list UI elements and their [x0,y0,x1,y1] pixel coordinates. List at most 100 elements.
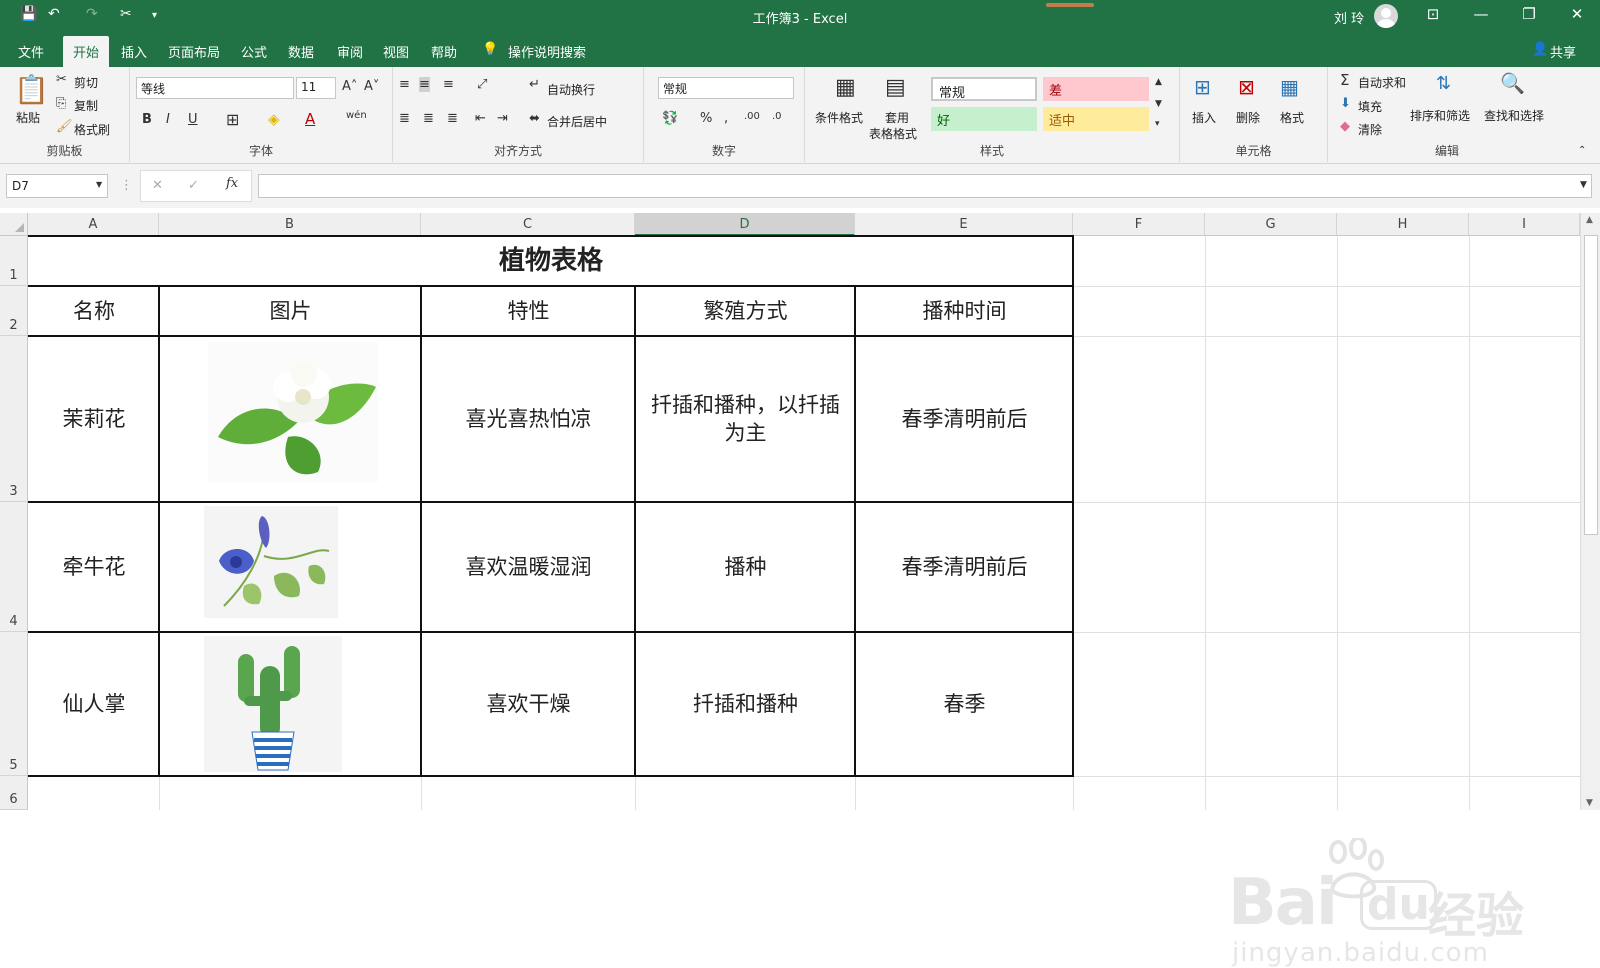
column-header-g[interactable]: G [1205,213,1337,236]
column-header-b[interactable]: B [159,213,421,236]
style-good[interactable]: 好 [931,107,1037,131]
cell-trait[interactable]: 喜欢干燥 [422,633,635,776]
column-header-c[interactable]: C [421,213,635,236]
align-bottom-icon[interactable]: ≡ [443,77,454,92]
tab-help[interactable]: 帮助 [431,42,457,61]
bold-icon[interactable]: B [142,112,152,127]
header-picture[interactable]: 图片 [160,287,421,336]
enter-icon[interactable]: ✓ [188,178,199,193]
row-header-4[interactable]: 4 [0,502,28,632]
increase-indent-icon[interactable]: ⇥ [497,111,508,126]
tab-home[interactable]: 开始 [63,36,110,67]
format-painter-button[interactable]: 格式刷 [74,121,110,138]
name-box[interactable]: D7 [6,174,108,198]
comma-icon[interactable]: , [724,111,728,126]
tab-view[interactable]: 视图 [383,42,409,61]
insert-cells-button[interactable]: 插入 [1192,109,1216,126]
format-cells-button[interactable]: 格式 [1280,109,1304,126]
name-box-dropdown-icon[interactable]: ▼ [96,180,102,189]
font-color-icon[interactable]: A [305,110,315,128]
collapse-ribbon-icon[interactable]: ⌃ [1578,145,1586,156]
styles-scroll-up-icon[interactable]: ▲ [1155,77,1162,87]
accounting-format-icon[interactable]: 💱 [662,111,678,126]
style-normal[interactable]: 常规 [931,77,1037,101]
tab-review[interactable]: 审阅 [337,42,363,61]
underline-icon[interactable]: U [188,112,198,127]
decrease-indent-icon[interactable]: ⇤ [475,111,486,126]
cell-propagation[interactable]: 扦插和播种，以扦插为主 [636,337,855,502]
cell-propagation[interactable]: 扦插和播种 [636,633,855,776]
merge-center-button[interactable]: 合并后居中 [547,113,607,130]
avatar[interactable] [1374,4,1398,28]
style-bad[interactable]: 差 [1043,77,1149,101]
number-format-select[interactable]: 常规 [658,77,794,99]
scrollbar-thumb[interactable] [1584,235,1598,535]
column-header-e[interactable]: E [855,213,1073,236]
row-header-1[interactable]: 1 [0,236,28,286]
cell-trait[interactable]: 喜光喜热怕凉 [422,337,635,502]
tell-me-search[interactable]: 操作说明搜索 [508,42,586,61]
align-right-icon[interactable]: ≣ [447,111,458,126]
increase-decimal-icon[interactable]: .00 [744,111,760,122]
cell-sowing[interactable]: 春季清明前后 [856,337,1073,502]
column-header-f[interactable]: F [1073,213,1205,236]
user-name[interactable]: 刘 玲 [1334,8,1364,27]
header-propagation[interactable]: 繁殖方式 [636,287,855,336]
expand-formula-icon[interactable]: ▼ [1580,180,1587,190]
morning-glory-image[interactable] [204,506,338,618]
paste-icon[interactable]: 📋 [14,73,49,106]
header-sowing[interactable]: 播种时间 [856,287,1073,336]
restore-icon[interactable]: ❐ [1514,5,1544,23]
styles-more-icon[interactable]: ▾ [1155,119,1160,129]
minimize-icon[interactable]: — [1466,5,1496,23]
cell-name[interactable]: 茉莉花 [29,337,159,502]
column-header-a[interactable]: A [28,213,159,236]
border-icon[interactable]: ⊞ [226,110,239,129]
cell-sowing[interactable]: 春季清明前后 [856,503,1073,632]
font-size-select[interactable]: 11 [296,77,336,99]
table-format-line1[interactable]: 套用 [885,109,909,126]
column-header-d[interactable]: D [635,213,855,236]
cell-trait[interactable]: 喜欢温暖湿润 [422,503,635,632]
cell-sowing[interactable]: 春季 [856,633,1073,776]
italic-icon[interactable]: I [166,112,170,127]
tab-formulas[interactable]: 公式 [241,42,267,61]
cell-name[interactable]: 仙人掌 [29,633,159,776]
scroll-down-icon[interactable]: ▼ [1586,798,1593,808]
tab-insert[interactable]: 插入 [121,42,147,61]
cactus-image[interactable] [204,636,342,772]
tab-page-layout[interactable]: 页面布局 [168,42,220,61]
fill-button[interactable]: 填充 [1358,98,1382,115]
orientation-icon[interactable]: ⤢ [477,77,487,92]
copy-button[interactable]: 复制 [74,97,98,114]
share-button[interactable]: 共享 [1550,42,1576,61]
column-header-i[interactable]: I [1469,213,1580,236]
font-name-select[interactable]: 等线 [136,77,294,99]
style-neutral[interactable]: 适中 [1043,107,1149,131]
scroll-up-icon[interactable]: ▲ [1586,215,1593,225]
close-icon[interactable]: ✕ [1562,5,1592,23]
row-header-5[interactable]: 5 [0,632,28,776]
cell-name[interactable]: 牵牛花 [29,503,159,632]
phonetic-icon[interactable]: wén [346,110,367,121]
increase-font-icon[interactable]: A˄ [342,79,357,94]
formula-input[interactable] [258,174,1592,198]
find-select-button[interactable]: 查找和选择 [1484,107,1544,124]
delete-cells-button[interactable]: 删除 [1236,109,1260,126]
cancel-icon[interactable]: ✕ [152,178,163,193]
insert-function-icon[interactable]: fx [226,176,238,191]
percent-icon[interactable]: % [700,111,712,126]
decrease-decimal-icon[interactable]: .0 [772,111,782,122]
row-header-6[interactable]: 6 [0,776,28,810]
align-left-icon[interactable]: ≣ [399,111,410,126]
align-middle-icon[interactable]: ≡ [419,77,430,92]
fill-color-icon[interactable]: ◈ [268,110,280,128]
tab-data[interactable]: 数据 [288,42,314,61]
paste-button[interactable]: 粘贴 [16,109,40,126]
align-top-icon[interactable]: ≡ [399,77,410,92]
select-all-corner[interactable] [0,213,28,236]
wrap-text-button[interactable]: 自动换行 [547,81,595,98]
row-header-3[interactable]: 3 [0,336,28,502]
header-trait[interactable]: 特性 [422,287,635,336]
clear-button[interactable]: 清除 [1358,121,1382,138]
